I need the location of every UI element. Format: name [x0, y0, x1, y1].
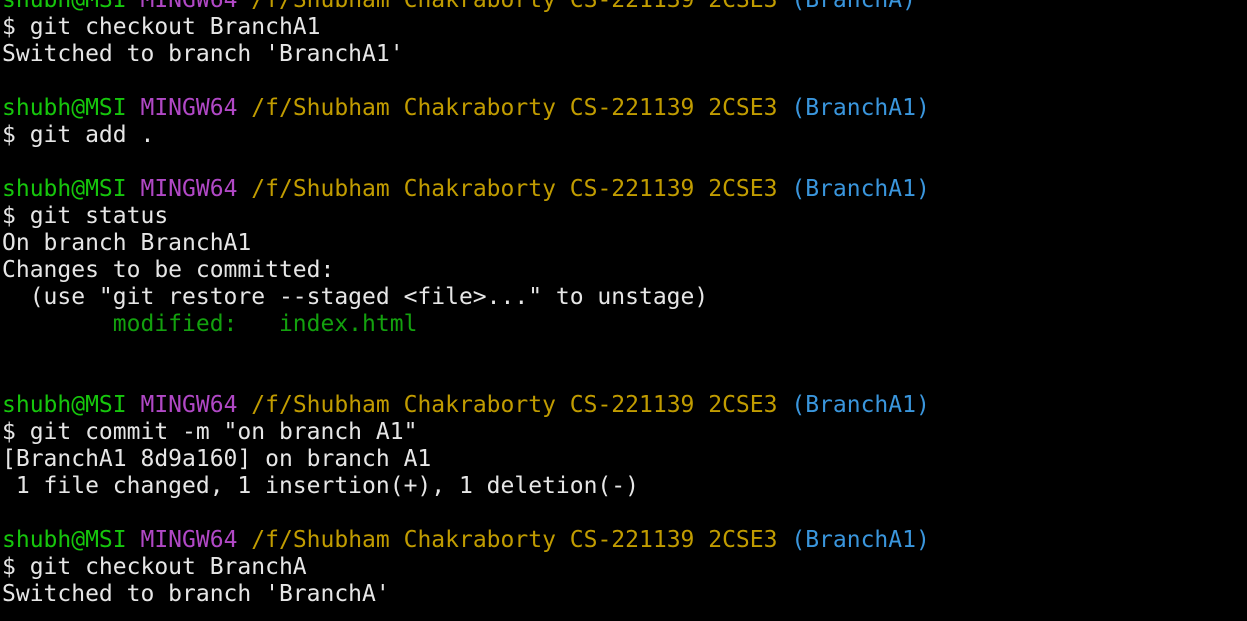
terminal-window[interactable]: shubh@MSI MINGW64 /f/Shubham Chakraborty… [0, 0, 1247, 621]
terminal-line: modified: index.html [2, 311, 930, 338]
terminal-text-branch: (BranchA1) [791, 95, 930, 121]
terminal-text-path: /f/Shubham Chakraborty CS-221139 2CSE3 [251, 0, 778, 13]
terminal-text-system: MINGW64 [140, 392, 238, 418]
terminal-line: shubh@MSI MINGW64 /f/Shubham Chakraborty… [2, 0, 930, 14]
terminal-text-default [777, 527, 791, 553]
terminal-line: shubh@MSI MINGW64 /f/Shubham Chakraborty… [2, 95, 930, 122]
terminal-line: $ git checkout BranchA [2, 554, 930, 581]
terminal-text-default: $ git checkout BranchA1 [2, 14, 321, 40]
terminal-text-user: shubh@MSI [2, 527, 127, 553]
terminal-text-default: [BranchA1 8d9a160] on branch A1 [2, 446, 432, 472]
terminal-text-default [777, 0, 791, 13]
terminal-text-default [777, 176, 791, 202]
terminal-line: (use "git restore --staged <file>..." to… [2, 284, 930, 311]
terminal-line: shubh@MSI MINGW64 /f/Shubham Chakraborty… [2, 527, 930, 554]
terminal-text-default: Changes to be committed: [2, 257, 335, 283]
terminal-text-default [237, 0, 251, 13]
terminal-text-default: Switched to branch 'BranchA' [2, 581, 390, 607]
terminal-text-default [237, 95, 251, 121]
terminal-line: shubh@MSI MINGW64 /f/Shubham Chakraborty… [2, 176, 930, 203]
terminal-text-user: shubh@MSI [2, 0, 127, 13]
terminal-text-system: MINGW64 [140, 527, 238, 553]
terminal-line: $ git status [2, 203, 930, 230]
terminal-text-system: MINGW64 [140, 95, 238, 121]
terminal-text-default [127, 95, 141, 121]
terminal-text-system: MINGW64 [140, 0, 238, 13]
terminal-text-default: $ git add . [2, 122, 155, 148]
terminal-text-default: $ git status [2, 203, 169, 229]
terminal-text-default [127, 176, 141, 202]
terminal-output: shubh@MSI MINGW64 /f/Shubham Chakraborty… [2, 0, 930, 608]
terminal-text-path: /f/Shubham Chakraborty CS-221139 2CSE3 [251, 176, 778, 202]
terminal-text-user: shubh@MSI [2, 392, 127, 418]
terminal-text-default: (use "git restore --staged <file>..." to… [2, 284, 709, 310]
terminal-text-default: Switched to branch 'BranchA1' [2, 41, 404, 67]
terminal-text-branch: (BranchA1) [791, 392, 930, 418]
terminal-line: 1 file changed, 1 insertion(+), 1 deleti… [2, 473, 930, 500]
terminal-text-default [237, 176, 251, 202]
terminal-text-user: shubh@MSI [2, 176, 127, 202]
terminal-text-path: /f/Shubham Chakraborty CS-221139 2CSE3 [251, 95, 778, 121]
terminal-text-default: $ git commit -m "on branch A1" [2, 419, 418, 445]
terminal-line: $ git commit -m "on branch A1" [2, 419, 930, 446]
terminal-text-system: MINGW64 [140, 176, 238, 202]
terminal-text-branch: (BranchA1) [791, 176, 930, 202]
terminal-text-default [127, 392, 141, 418]
terminal-text-modified: modified: index.html [112, 311, 418, 337]
terminal-line: Switched to branch 'BranchA' [2, 581, 930, 608]
terminal-text-path: /f/Shubham Chakraborty CS-221139 2CSE3 [251, 392, 778, 418]
terminal-line: shubh@MSI MINGW64 /f/Shubham Chakraborty… [2, 392, 930, 419]
terminal-text-default [777, 392, 791, 418]
terminal-text-default: $ git checkout BranchA [2, 554, 307, 580]
terminal-text-default [127, 527, 141, 553]
terminal-text-branch: (BranchA) [791, 0, 916, 13]
terminal-line: On branch BranchA1 [2, 230, 930, 257]
terminal-text-default [2, 311, 113, 337]
terminal-line: Switched to branch 'BranchA1' [2, 41, 930, 68]
terminal-text-default: On branch BranchA1 [2, 230, 252, 256]
terminal-text-default [237, 527, 251, 553]
terminal-text-branch: (BranchA1) [791, 527, 930, 553]
terminal-text-default [127, 0, 141, 13]
terminal-text-default: 1 file changed, 1 insertion(+), 1 deleti… [2, 473, 639, 499]
terminal-text-default [777, 95, 791, 121]
terminal-text-path: /f/Shubham Chakraborty CS-221139 2CSE3 [251, 527, 778, 553]
terminal-line: [BranchA1 8d9a160] on branch A1 [2, 446, 930, 473]
terminal-text-user: shubh@MSI [2, 95, 127, 121]
terminal-line: $ git add . [2, 122, 930, 149]
terminal-text-default [237, 392, 251, 418]
terminal-line: $ git checkout BranchA1 [2, 14, 930, 41]
terminal-line: Changes to be committed: [2, 257, 930, 284]
